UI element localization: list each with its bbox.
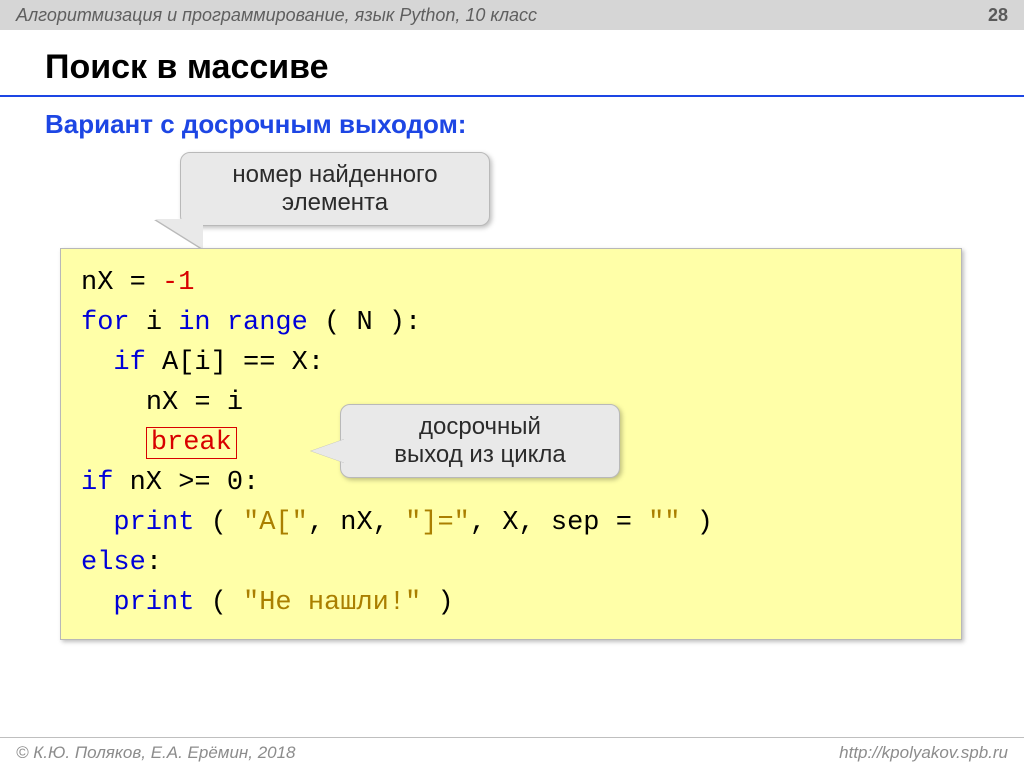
page-number: 28	[988, 5, 1008, 26]
copyright: © К.Ю. Поляков, Е.А. Ерёмин, 2018	[16, 743, 296, 763]
callout-early-exit: досрочный выход из цикла	[340, 404, 620, 478]
footer-bar: © К.Ю. Поляков, Е.А. Ерёмин, 2018 http:/…	[0, 737, 1024, 767]
code-line: for i in range ( N ):	[81, 303, 941, 343]
callout-found-index: номер найденного элемента	[180, 152, 490, 226]
code-line: else:	[81, 543, 941, 583]
callout-line: номер найденного	[205, 161, 465, 189]
callout-tail-icon	[311, 439, 345, 463]
page-title: Поиск в массиве	[0, 30, 1024, 89]
callout-line: элемента	[205, 189, 465, 217]
callout-tail-icon	[155, 219, 203, 249]
title-rule	[0, 95, 1024, 97]
code-line: if A[i] == X:	[81, 343, 941, 383]
header-bar: Алгоритмизация и программирование, язык …	[0, 0, 1024, 30]
footer-url: http://kpolyakov.spb.ru	[839, 743, 1008, 763]
code-line: print ( "Не нашли!" )	[81, 583, 941, 623]
callout-line: досрочный	[365, 413, 595, 441]
subtitle: Вариант с досрочным выходом:	[0, 109, 1024, 140]
code-line: nX = -1	[81, 263, 941, 303]
break-keyword: break	[146, 427, 237, 459]
callout-line: выход из цикла	[365, 441, 595, 469]
code-line: print ( "A[", nX, "]=", X, sep = "" )	[81, 503, 941, 543]
breadcrumb: Алгоритмизация и программирование, язык …	[16, 5, 537, 26]
